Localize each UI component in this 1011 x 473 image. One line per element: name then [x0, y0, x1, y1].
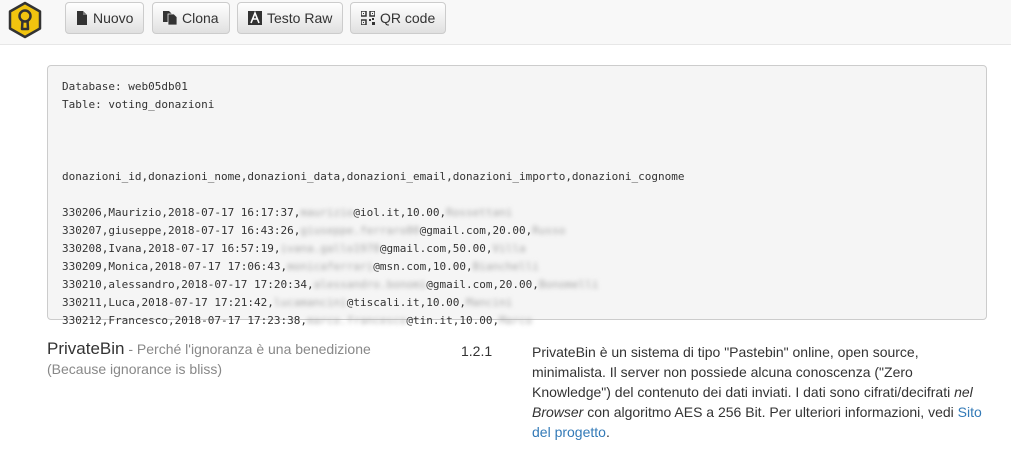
clone-button-label: Clona [182, 10, 219, 26]
raw-text-button[interactable]: Testo Raw [237, 2, 344, 34]
tagline-english: (Because ignorance is bliss) [47, 361, 223, 377]
redacted-text: Bonomelli [538, 278, 599, 291]
paste-line: 330210,alessandro,2018-07-17 17:20:34,al… [62, 276, 972, 294]
paste-text: 330211,Luca,2018-07-17 17:21:42, [62, 296, 274, 309]
paste-line: 330211,Luca,2018-07-17 17:21:42,lucamanc… [62, 294, 972, 312]
redacted-text: Mancini [466, 296, 513, 309]
redacted-text: alessandro.bonomi [313, 278, 427, 291]
paste-text: 330212,Francesco,2018-07-17 17:23:38, [62, 314, 308, 327]
paste-text: @gmail.com,20.00, [419, 224, 533, 237]
paste-text: @gmail.com,50.00, [379, 242, 493, 255]
description-part-2: con algoritmo AES a 256 Bit. Per ulterio… [583, 404, 958, 420]
top-navbar: Nuovo Clona Testo Raw QR code [0, 0, 1011, 45]
tagline: - Perché l'ignoranza è una benedizione [124, 341, 371, 357]
keyhole-logo-icon[interactable] [6, 1, 44, 39]
new-button-label: Nuovo [93, 10, 134, 26]
redacted-text: maurizio [300, 206, 354, 219]
paste-line: 330209,Monica,2018-07-17 17:06:43,monica… [62, 258, 972, 276]
redacted-text: Rossettani [446, 206, 513, 219]
redacted-text: giuseppe.ferraro80 [300, 224, 420, 237]
paste-content: Database: web05db01 Table: voting_donazio… [47, 65, 987, 327]
paste-text: 330206,Maurizio,2018-07-17 16:17:37, [62, 206, 301, 219]
paste-line [62, 150, 972, 168]
redacted-text: Villa [492, 242, 526, 255]
footer-title: PrivateBin - Perché l'ignoranza è una be… [47, 339, 447, 379]
paste-line: Table: voting_donazioni [62, 96, 972, 114]
paste-text: Table: voting_donazioni [62, 98, 215, 111]
paste-text: @tiscali.it,10.00, [346, 296, 466, 309]
paste-line: 330207,giuseppe,2018-07-17 16:43:26,gius… [62, 222, 972, 240]
paste-text: 330210,alessandro,2018-07-17 17:20:34, [62, 278, 314, 291]
description-part-1: PrivateBin è un sistema di tipo "Pastebi… [532, 344, 955, 400]
paste-line: 330206,Maurizio,2018-07-17 16:17:37,maur… [62, 204, 972, 222]
app-name: PrivateBin [47, 339, 125, 358]
paste-text: 330207,giuseppe,2018-07-17 16:43:26, [62, 224, 301, 237]
qrcode-icon [361, 11, 375, 25]
copy-icon [163, 11, 177, 25]
redacted-text: lucamancini [273, 296, 347, 309]
paste-line [62, 132, 972, 150]
text-icon [248, 11, 262, 25]
redacted-text: Bianchelli [472, 260, 539, 273]
new-button[interactable]: Nuovo [65, 2, 145, 34]
paste-text: Database: web05db01 [62, 80, 188, 93]
paste-line [62, 186, 972, 204]
description-end: . [605, 424, 610, 440]
paste-text: @tin.it,10.00, [406, 314, 500, 327]
qr-code-button[interactable]: QR code [350, 2, 447, 34]
paste-line: donazioni_id,donazioni_nome,donazioni_da… [62, 168, 972, 186]
paste-line: 330212,Francesco,2018-07-17 17:23:38,mar… [62, 312, 972, 330]
qr-code-button-label: QR code [380, 10, 436, 26]
paste-line: 330208,Ivana,2018-07-17 16:57:19,ivana.g… [62, 240, 972, 258]
file-icon [77, 11, 87, 25]
paste-text: @iol.it,10.00, [353, 206, 447, 219]
paste-text: @gmail.com,20.00, [426, 278, 539, 291]
paste-line [62, 114, 972, 132]
raw-text-button-label: Testo Raw [267, 10, 333, 26]
redacted-text: monicaferrari [287, 260, 374, 273]
paste-text: @msn.com,10.00, [373, 260, 473, 273]
clone-button[interactable]: Clona [152, 2, 230, 34]
paste-text: 330208,Ivana,2018-07-17 16:57:19, [62, 242, 281, 255]
redacted-text: marco.francesco [307, 314, 407, 327]
paste-text: 330209,Monica,2018-07-17 17:06:43, [62, 260, 288, 273]
paste-line: Database: web05db01 [62, 78, 972, 96]
redacted-text: ivana.gallo1978 [280, 242, 380, 255]
paste-text: donazioni_id,donazioni_nome,donazioni_da… [62, 170, 685, 183]
redacted-text: Russo [532, 224, 566, 237]
version-number: 1.2.1 [461, 343, 493, 359]
description-text: PrivateBin è un sistema di tipo "Pastebi… [532, 342, 992, 442]
redacted-text: Marco [499, 314, 533, 327]
